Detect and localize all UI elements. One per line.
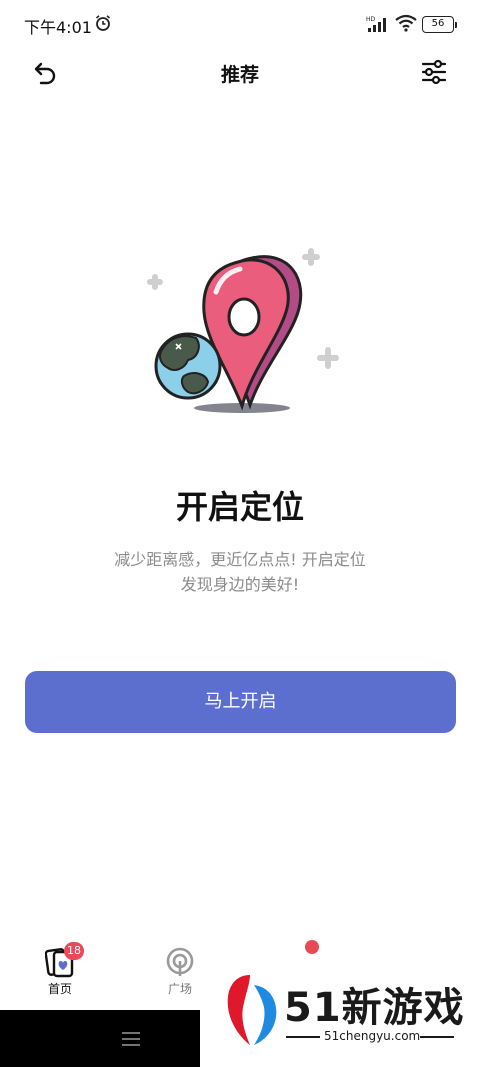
- system-nav-bar: [0, 1010, 200, 1067]
- tab-home-label: 首页: [47, 982, 72, 996]
- alarm-icon: [95, 15, 111, 31]
- battery-icon: 56: [422, 16, 457, 33]
- sparkle-icon: [302, 248, 320, 266]
- menu-icon[interactable]: [122, 1031, 140, 1047]
- status-time: 下午4:01: [24, 18, 92, 37]
- location-description-line2: 发现身边的美好!: [180, 575, 300, 594]
- enable-location-button[interactable]: 马上开启: [25, 671, 456, 733]
- broadcast-icon: [166, 947, 194, 976]
- location-description-line1: 减少距离感，更近亿点点! 开启定位: [114, 550, 366, 569]
- watermark-logo: [227, 975, 277, 1045]
- page-title: 推荐: [220, 64, 259, 86]
- watermark-rule-left: [286, 1036, 320, 1038]
- watermark-brand: 51新游戏: [284, 985, 465, 1031]
- signal-icon: HD: [366, 16, 386, 32]
- status-bar: 下午4:01 HD 56: [0, 0, 480, 48]
- location-heading: 开启定位: [175, 488, 304, 526]
- wifi-icon: [395, 14, 417, 32]
- sparkle-icon: [317, 347, 339, 369]
- notification-badge: 18: [64, 942, 84, 960]
- site-watermark: 51新游戏 51chengyu.com: [200, 955, 480, 1067]
- battery-level: 56: [431, 18, 445, 29]
- header: 推荐: [0, 48, 480, 96]
- filter-icon[interactable]: [420, 58, 448, 86]
- tab-home[interactable]: 18 首页: [28, 938, 92, 1008]
- notification-dot: [305, 940, 319, 954]
- sparkle-icon: [147, 274, 163, 290]
- watermark-url: 51chengyu.com: [324, 1029, 421, 1043]
- network-label: HD: [366, 16, 376, 23]
- watermark-rule-right: [420, 1036, 454, 1038]
- location-pin-illustration: [147, 248, 339, 413]
